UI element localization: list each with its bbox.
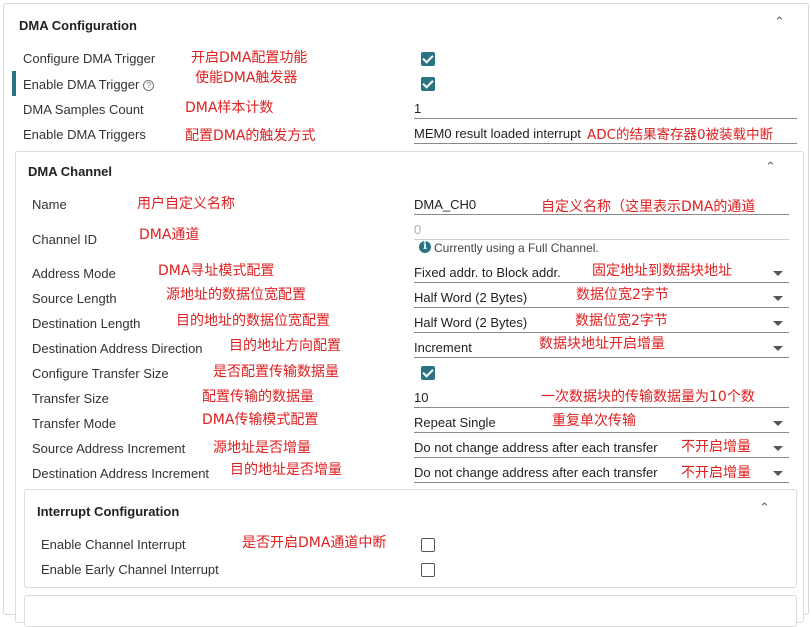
chevron-up-icon[interactable]: ⌃ [765, 159, 776, 175]
dma-channel-title: DMA Channel [28, 164, 113, 179]
interrupt-configuration-title: Interrupt Configuration [37, 504, 180, 519]
annotation: 不开启增量 [681, 439, 751, 455]
annotation: 是否配置传输数据量 [213, 364, 339, 380]
annotation: 目的地址是否增量 [230, 462, 342, 478]
annotation: DMA通道 [139, 227, 200, 243]
annotation: DMA样本计数 [185, 100, 274, 116]
caret-down-icon [773, 271, 783, 276]
annotation: ADC的结果寄存器0被装载中断 [587, 127, 774, 143]
transfer-mode-label: Transfer Mode [32, 416, 117, 431]
annotation: 目的地址方向配置 [229, 338, 341, 354]
enable-dma-trigger-checkbox[interactable] [421, 77, 435, 91]
transfer-size-label: Transfer Size [32, 391, 109, 406]
configure-dma-trigger-label: Configure DMA Trigger [23, 51, 156, 66]
enable-early-channel-interrupt-checkbox[interactable] [421, 563, 435, 577]
caret-down-icon [773, 346, 783, 351]
next-panel [24, 595, 797, 627]
name-label: Name [32, 197, 67, 212]
annotation: 重复单次传输 [552, 413, 636, 429]
enable-dma-triggers-label: Enable DMA Triggers [23, 127, 146, 142]
annotation: 数据块地址开启增量 [539, 336, 665, 352]
annotation: 不开启增量 [681, 465, 751, 481]
channel-info-text: Currently using a Full Channel. [434, 241, 599, 255]
address-mode-label: Address Mode [32, 266, 116, 281]
caret-down-icon [773, 421, 783, 426]
configure-transfer-size-checkbox[interactable] [421, 366, 435, 380]
caret-down-icon [773, 471, 783, 476]
channel-id-label: Channel ID [32, 232, 98, 247]
active-row-indicator [12, 71, 16, 96]
annotation: 配置传输的数据量 [202, 389, 314, 405]
source-address-increment-label: Source Address Increment [32, 441, 186, 456]
dma-configuration-title: DMA Configuration [19, 18, 137, 33]
annotation: 自定义名称（这里表示DMA的通道 [541, 199, 756, 215]
caret-down-icon [773, 296, 783, 301]
annotation: 使能DMA触发器 [195, 70, 298, 86]
annotation: 用户自定义名称 [137, 196, 235, 212]
source-length-label: Source Length [32, 291, 117, 306]
destination-address-increment-label: Destination Address Increment [32, 466, 210, 481]
chevron-up-icon[interactable]: ⌃ [774, 14, 785, 30]
dma-samples-count-label: DMA Samples Count [23, 102, 144, 117]
configure-dma-trigger-checkbox[interactable] [421, 52, 435, 66]
enable-channel-interrupt-checkbox[interactable] [421, 538, 435, 552]
enable-early-channel-interrupt-label: Enable Early Channel Interrupt [41, 562, 219, 577]
annotation: 一次数据块的传输数据量为10个数 [541, 389, 755, 405]
annotation: 固定地址到数据块地址 [592, 263, 732, 279]
annotation: 目的地址的数据位宽配置 [176, 313, 330, 329]
annotation: 数据位宽2字节 [576, 287, 669, 303]
annotation: 数据位宽2字节 [575, 313, 668, 329]
enable-dma-trigger-label: Enable DMA Trigger? [23, 77, 155, 92]
annotation: 源地址是否增量 [213, 440, 311, 456]
annotation: DMA传输模式配置 [202, 412, 319, 428]
chevron-up-icon[interactable]: ⌃ [759, 500, 770, 516]
annotation: 开启DMA配置功能 [191, 50, 308, 66]
annotation: 是否开启DMA通道中断 [242, 535, 387, 551]
annotation: DMA寻址模式配置 [158, 263, 275, 279]
caret-down-icon [773, 446, 783, 451]
info-icon: i [419, 241, 431, 253]
annotation: 配置DMA的触发方式 [185, 128, 316, 144]
help-circle-icon[interactable]: ? [143, 80, 155, 91]
enable-channel-interrupt-label: Enable Channel Interrupt [41, 537, 186, 552]
destination-length-label: Destination Length [32, 316, 141, 331]
annotation: 源地址的数据位宽配置 [166, 287, 306, 303]
destination-address-direction-label: Destination Address Direction [32, 341, 203, 356]
dma-samples-count-input[interactable]: 1 [414, 99, 797, 119]
configure-transfer-size-label: Configure Transfer Size [32, 366, 169, 381]
caret-down-icon [773, 321, 783, 326]
channel-id-input[interactable]: 0 [414, 220, 789, 240]
